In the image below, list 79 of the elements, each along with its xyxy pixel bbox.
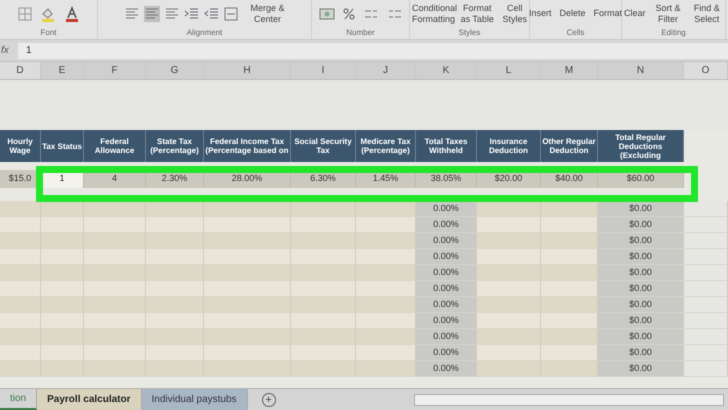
table-cell: $0.00: [598, 281, 684, 296]
ribbon-button[interactable]: Format: [592, 8, 624, 19]
ribbon-button[interactable]: Cell Styles: [500, 2, 529, 24]
function-label: fx: [0, 44, 10, 58]
table-header-cell: Federal Allowance: [84, 130, 146, 162]
group-label: Styles: [458, 27, 482, 39]
table-cell: $0.00: [598, 217, 684, 232]
ribbon-button[interactable]: Clear: [622, 8, 648, 19]
table-cell: $0.00: [598, 313, 684, 328]
table-cell: 0.00%: [416, 297, 477, 312]
column-header[interactable]: L: [477, 62, 541, 79]
table-cell: $0.00: [598, 233, 684, 248]
decimal-icon[interactable]: [386, 8, 402, 20]
table-header-cell: Medicare Tax (Percentage): [356, 130, 416, 162]
table-cell: 0.00%: [416, 249, 477, 264]
add-sheet-button[interactable]: +: [262, 392, 276, 406]
percent-icon[interactable]: [342, 8, 354, 20]
table-cell: 0.00%: [416, 201, 477, 216]
formula-field[interactable]: 1: [18, 42, 728, 58]
column-header[interactable]: K: [416, 62, 477, 79]
table-header-cell: Insurance Deduction: [477, 130, 541, 162]
ribbon-button[interactable]: Merge & Center: [246, 2, 290, 24]
table-header-cell: Total Regular Deductions (Excluding: [598, 130, 684, 162]
font-color-icon[interactable]: [64, 6, 80, 22]
borders-icon[interactable]: [18, 6, 32, 20]
indent-icon[interactable]: [184, 6, 200, 22]
group-label: Editing: [660, 27, 687, 39]
sheet-tab[interactable]: Payroll calculator: [37, 389, 142, 410]
decimal-icon[interactable]: [362, 8, 378, 20]
table-cell: $0.00: [598, 345, 684, 360]
ribbon-button[interactable]: Sort & Filter: [652, 2, 684, 24]
table-header-cell: State Tax (Percentage): [146, 130, 204, 162]
table-cell: 0.00%: [416, 265, 477, 280]
table-cell: $0.00: [598, 265, 684, 280]
sheet-tab[interactable]: Individual paystubs: [142, 389, 248, 410]
table-cell: 0.00%: [416, 329, 477, 344]
column-header[interactable]: M: [541, 62, 598, 79]
table-cell: 0.00%: [416, 313, 477, 328]
column-header[interactable]: E: [41, 62, 84, 79]
align-icon[interactable]: [124, 6, 140, 22]
ribbon-button[interactable]: Conditional Formatting: [410, 2, 454, 24]
indent-icon[interactable]: [204, 6, 220, 22]
table-header-cell: Social Security Tax: [291, 130, 356, 162]
group-label: Number: [345, 27, 376, 39]
column-header[interactable]: O: [684, 62, 728, 79]
ribbon-button[interactable]: Delete: [558, 8, 588, 19]
table-header-cell: Other Regular Deduction: [541, 130, 598, 162]
column-header[interactable]: J: [356, 62, 416, 79]
column-header[interactable]: H: [204, 62, 291, 79]
table-cell: $0.00: [598, 329, 684, 344]
table-header-cell: Hourly Wage: [0, 130, 41, 162]
merge-icon: [224, 6, 238, 20]
group-label: Font: [39, 27, 58, 39]
table-cell: 0.00%: [416, 361, 477, 376]
group-label: Alignment: [186, 27, 224, 39]
column-header[interactable]: N: [598, 62, 684, 79]
table-header-cell: Federal Income Tax (Percentage based on: [204, 130, 291, 162]
ribbon-button[interactable]: Format as Table: [458, 2, 496, 24]
table-cell: $0.00: [598, 297, 684, 312]
column-header[interactable]: I: [291, 62, 356, 79]
group-label: Cells: [566, 27, 586, 39]
table-cell: 0.00%: [416, 281, 477, 296]
ribbon-button[interactable]: Find & Select: [688, 2, 725, 24]
table-cell: 0.00%: [416, 345, 477, 360]
column-header[interactable]: G: [146, 62, 204, 79]
table-cell: $0.00: [598, 361, 684, 376]
table-header-cell: Tax Status: [41, 130, 84, 162]
table-cell: $0.00: [598, 201, 684, 216]
align-icon[interactable]: [164, 6, 180, 22]
column-header[interactable]: F: [84, 62, 146, 79]
table-header-cell: Total Taxes Withheld: [416, 130, 477, 162]
table-cell: 0.00%: [416, 217, 477, 232]
fill-color-icon[interactable]: [40, 6, 56, 22]
horizontal-scrollbar[interactable]: [414, 394, 724, 406]
table-cell: 0.00%: [416, 233, 477, 248]
table-cell: $0.00: [598, 249, 684, 264]
ribbon-button[interactable]: Insert: [526, 8, 554, 19]
currency-icon[interactable]: [318, 6, 334, 20]
align-icon[interactable]: [144, 6, 160, 22]
